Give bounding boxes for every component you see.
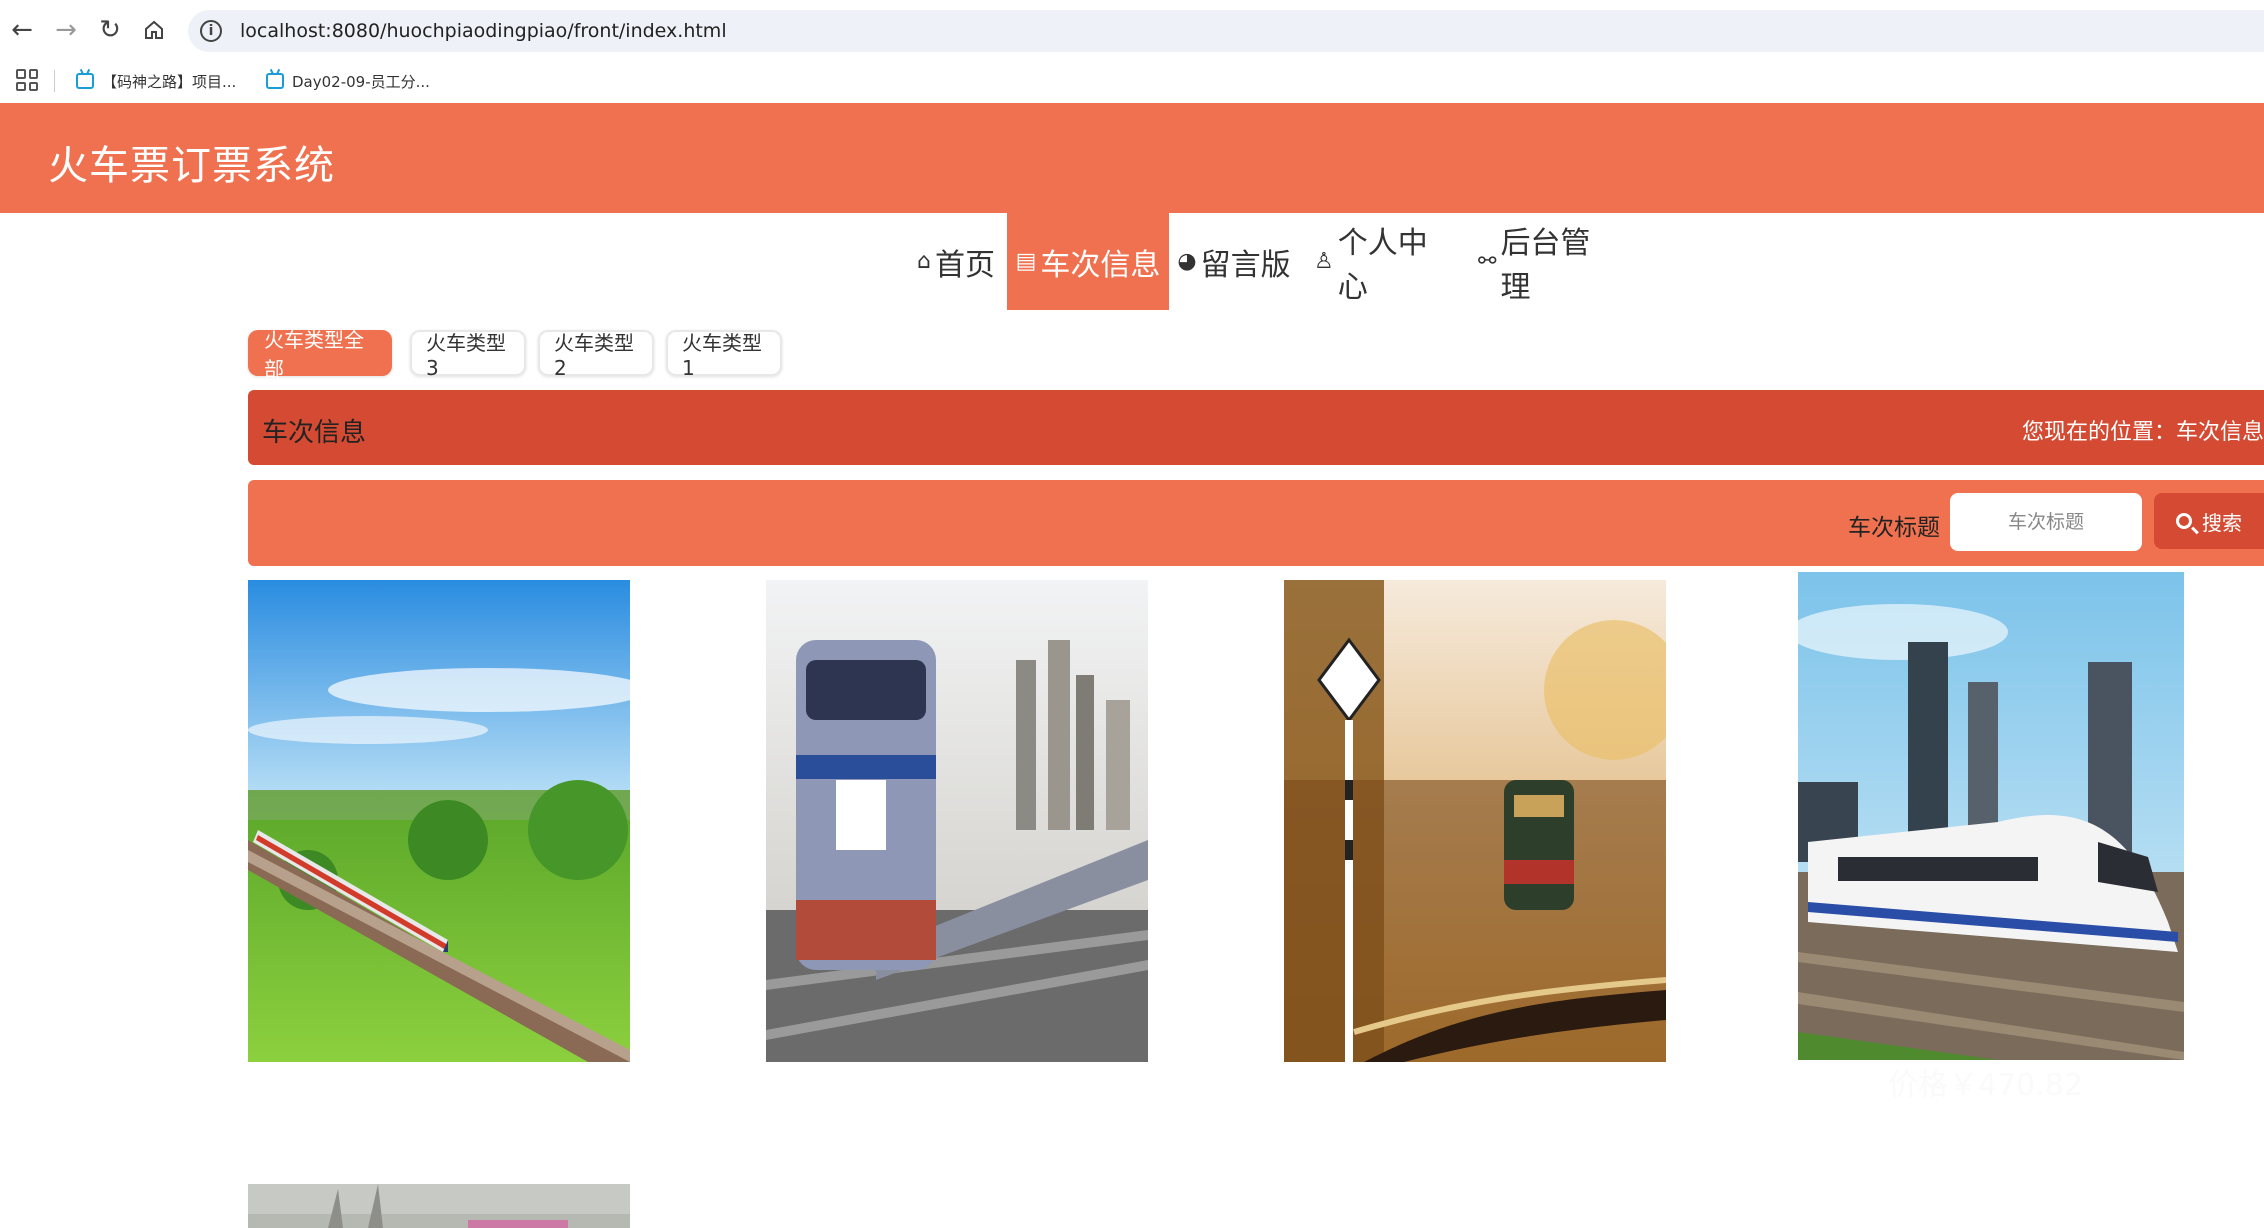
nav-item-label: 车次信息 xyxy=(1040,247,1161,283)
document-icon: ▤ xyxy=(1015,249,1037,274)
nav-item-label: 后台管理 xyxy=(1500,225,1591,305)
bilibili-icon xyxy=(76,73,94,89)
site-header: 火车票订票系统 xyxy=(0,103,2264,213)
bilibili-icon xyxy=(266,73,284,89)
bookmarks-bar: 【码神之路】项目... Day02-09-员工分... xyxy=(0,60,2264,102)
category-all[interactable]: 火车类型全部 xyxy=(248,328,392,381)
train-card-image[interactable] xyxy=(766,580,1148,1062)
search-icon xyxy=(2176,513,2192,529)
nav-item-personal-center[interactable]: ♙ 个人中心 xyxy=(1314,213,1454,310)
url-text: localhost:8080/huochpiaodingpiao/front/i… xyxy=(240,20,727,42)
section-header: 车次信息 您现在的位置：车次信息 xyxy=(248,390,2264,465)
category-type3[interactable]: 火车类型3 xyxy=(410,330,526,380)
apps-icon[interactable] xyxy=(16,69,38,91)
breadcrumb: 您现在的位置：车次信息 xyxy=(2021,420,2264,445)
nav-item-label: 个人中心 xyxy=(1337,225,1428,305)
browser-toolbar: ← → ↻ i localhost:8080/huochpiaodingpiao… xyxy=(0,0,2264,60)
section-title: 车次信息 xyxy=(262,418,367,448)
search-input[interactable] xyxy=(1950,493,2142,551)
site-info-icon[interactable]: i xyxy=(200,20,222,42)
user-icon: ♙ xyxy=(1314,249,1334,274)
search-label: 车次标题 xyxy=(1848,515,1940,541)
nav-item-admin[interactable]: ⚯ 后台管理 xyxy=(1478,213,1620,310)
nav-item-message-board[interactable]: ◕ 留言版 xyxy=(1172,213,1296,310)
price-label: 价格￥470.82 xyxy=(1888,1068,2083,1103)
palette-icon: ◕ xyxy=(1177,249,1197,274)
train-card-image[interactable] xyxy=(248,1184,630,1228)
category-type2[interactable]: 火车类型2 xyxy=(538,330,654,380)
main-nav: ⌂ 首页 ▤ 车次信息 ◕ 留言版 ♙ 个人中心 ⚯ 后台管理 xyxy=(0,213,2264,310)
bookmark-label: Day02-09-员工分... xyxy=(292,72,430,91)
nav-item-label: 首页 xyxy=(934,247,995,283)
bookmark-label: 【码神之路】项目... xyxy=(102,72,237,91)
search-button[interactable]: 搜索 xyxy=(2154,493,2264,549)
nav-item-home[interactable]: ⌂ 首页 xyxy=(906,213,1006,310)
back-icon[interactable]: ← xyxy=(8,15,36,45)
bookmark-item[interactable]: 【码神之路】项目... xyxy=(76,66,236,96)
train-card-image[interactable] xyxy=(248,580,630,1062)
home-icon: ⌂ xyxy=(917,249,931,274)
nav-item-train-info[interactable]: ▤ 车次信息 xyxy=(1007,213,1169,310)
reload-icon[interactable]: ↻ xyxy=(96,15,124,45)
search-button-label: 搜索 xyxy=(2202,510,2242,535)
site-title: 火车票订票系统 xyxy=(48,143,335,189)
train-card-image[interactable] xyxy=(1284,580,1666,1062)
bookmark-item[interactable]: Day02-09-员工分... xyxy=(266,66,430,96)
train-card-image[interactable] xyxy=(1798,572,2184,1060)
category-type1[interactable]: 火车类型1 xyxy=(666,330,782,380)
search-bar: 车次标题 搜索 xyxy=(248,480,2264,566)
home-icon[interactable] xyxy=(140,16,168,44)
address-bar[interactable]: i localhost:8080/huochpiaodingpiao/front… xyxy=(188,10,2264,52)
bookmarks-divider xyxy=(54,70,55,92)
forward-icon[interactable]: → xyxy=(52,15,80,45)
nav-item-label: 留言版 xyxy=(1200,247,1291,283)
link-icon: ⚯ xyxy=(1478,249,1497,274)
